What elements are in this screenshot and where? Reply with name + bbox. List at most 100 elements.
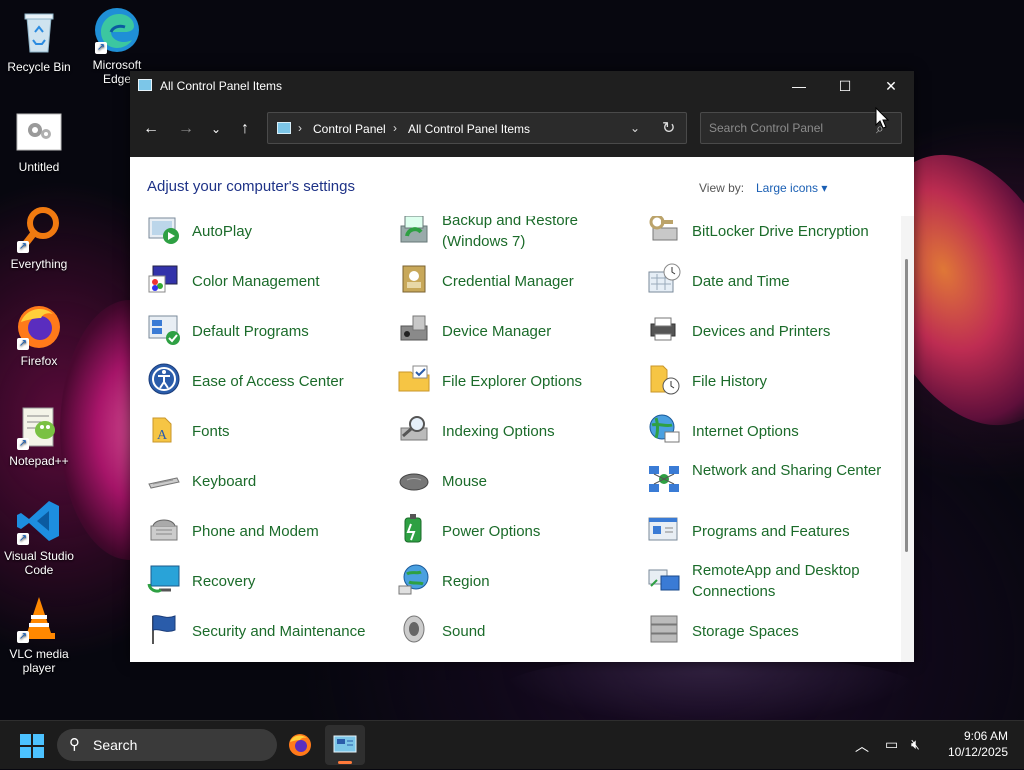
cp-item-file-history[interactable]: File History bbox=[647, 358, 887, 402]
firefox-icon bbox=[289, 734, 311, 756]
cp-item-credential-manager[interactable]: Credential Manager bbox=[397, 258, 637, 302]
taskbar-search-label: Search bbox=[93, 737, 138, 753]
taskbar: ⚲ Search ︿ ▭ 🔇︎ 9:06 AM 10/12/2025 bbox=[0, 720, 1024, 769]
taskbar-clock[interactable]: 9:06 AM 10/12/2025 bbox=[938, 728, 1008, 760]
address-dropdown-chevron-icon[interactable]: ⌄ bbox=[630, 121, 640, 135]
cp-item-internet-options[interactable]: Internet Options bbox=[647, 408, 887, 452]
breadcrumb-separator-icon: › bbox=[298, 121, 302, 135]
clock-time: 9:06 AM bbox=[963, 729, 1008, 743]
sound-icon bbox=[397, 612, 431, 646]
mouse-cursor-icon bbox=[875, 107, 889, 129]
programs-features-icon bbox=[647, 512, 681, 546]
cp-item-sound[interactable]: Sound bbox=[397, 608, 637, 652]
cp-item-keyboard[interactable]: Keyboard bbox=[147, 458, 387, 502]
control-panel-icon bbox=[138, 79, 152, 91]
taskbar-control-panel[interactable] bbox=[325, 725, 365, 765]
view-by-dropdown[interactable]: Large icons ▾ bbox=[756, 181, 827, 195]
refresh-icon[interactable]: ↻ bbox=[662, 118, 675, 138]
cp-item-date-time[interactable]: Date and Time bbox=[647, 258, 887, 302]
notepadpp-icon: ↗ bbox=[15, 402, 63, 450]
recent-locations-chevron-icon[interactable]: ⌄ bbox=[202, 115, 230, 143]
title-bar[interactable]: All Control Panel Items — ☐ ✕ bbox=[130, 71, 914, 101]
cp-item-color-management[interactable]: Color Management bbox=[147, 258, 387, 302]
default-programs-icon bbox=[147, 312, 181, 346]
region-icon bbox=[397, 562, 431, 596]
desktop-icon-untitled[interactable]: Untitled bbox=[1, 108, 77, 174]
cp-item-device-manager[interactable]: Device Manager bbox=[397, 308, 637, 352]
desktop-icon-label: Firefox bbox=[20, 354, 58, 368]
cp-item-recovery[interactable]: Recovery bbox=[147, 558, 387, 602]
file-explorer-options-icon bbox=[397, 362, 431, 396]
cp-item-backup-restore[interactable]: Backup and Restore (Windows 7) bbox=[397, 216, 637, 252]
desktop-icon-label: Everything bbox=[10, 257, 68, 271]
credential-manager-icon bbox=[397, 262, 431, 296]
search-input[interactable] bbox=[707, 120, 871, 136]
forward-arrow-icon[interactable]: → bbox=[172, 115, 200, 143]
maximize-button[interactable]: ☐ bbox=[822, 71, 868, 101]
up-arrow-icon[interactable]: ↑ bbox=[231, 115, 259, 143]
back-arrow-icon[interactable]: ← bbox=[137, 115, 165, 143]
windows-start-icon[interactable] bbox=[20, 734, 44, 758]
cp-item-remoteapp[interactable]: RemoteApp and Desktop Connections bbox=[647, 558, 887, 602]
vscode-icon: ↗ bbox=[15, 497, 63, 545]
show-hidden-icons-chevron-icon[interactable]: ︿ bbox=[855, 736, 869, 756]
cp-item-region[interactable]: Region bbox=[397, 558, 637, 602]
svg-text:A: A bbox=[157, 428, 168, 443]
desktop-icon-everything[interactable]: ↗ Everything bbox=[1, 205, 77, 271]
page-heading: Adjust your computer's settings bbox=[147, 178, 355, 195]
date-time-icon bbox=[647, 262, 681, 296]
edge-icon: ↗ bbox=[93, 6, 141, 54]
storage-spaces-icon bbox=[647, 612, 681, 646]
desktop-icon-vlc[interactable]: ↗ VLC media player bbox=[1, 595, 77, 675]
desktop-icon-recycle-bin[interactable]: Recycle Bin bbox=[1, 8, 77, 74]
cp-item-mouse[interactable]: Mouse bbox=[397, 458, 637, 502]
shortcut-arrow-icon: ↗ bbox=[17, 631, 29, 643]
internet-options-icon bbox=[647, 412, 681, 446]
content-area: Adjust your computer's settings View by:… bbox=[130, 157, 914, 662]
shortcut-arrow-icon: ↗ bbox=[17, 438, 29, 450]
shortcut-arrow-icon: ↗ bbox=[17, 338, 29, 350]
breadcrumb-all-items[interactable]: All Control Panel Items bbox=[408, 122, 530, 136]
vertical-scrollbar[interactable] bbox=[901, 216, 914, 662]
cp-item-security-maintenance[interactable]: Security and Maintenance bbox=[147, 608, 387, 652]
network-icon[interactable]: ▭ bbox=[885, 736, 898, 753]
cp-item-phone-modem[interactable]: Phone and Modem bbox=[147, 508, 387, 552]
phone-modem-icon bbox=[147, 512, 181, 546]
search-icon: ⚲ bbox=[69, 736, 80, 753]
cp-item-power-options[interactable]: Power Options bbox=[397, 508, 637, 552]
desktop-icon-notepadpp[interactable]: ↗ Notepad++ bbox=[1, 402, 77, 468]
device-manager-icon bbox=[397, 312, 431, 346]
security-maintenance-icon bbox=[147, 612, 181, 646]
taskbar-firefox[interactable] bbox=[280, 725, 320, 765]
desktop-icon-vscode[interactable]: ↗ Visual Studio Code bbox=[1, 497, 77, 577]
cp-item-storage-spaces[interactable]: Storage Spaces bbox=[647, 608, 887, 652]
search-box[interactable]: ⌕ bbox=[700, 112, 902, 144]
scrollbar-thumb[interactable] bbox=[905, 259, 908, 552]
cp-item-default-programs[interactable]: Default Programs bbox=[147, 308, 387, 352]
cp-item-ease-of-access[interactable]: Ease of Access Center bbox=[147, 358, 387, 402]
cp-item-devices-printers[interactable]: Devices and Printers bbox=[647, 308, 887, 352]
desktop-icon-label: Notepad++ bbox=[9, 454, 69, 468]
bitlocker-icon bbox=[647, 216, 681, 246]
cp-item-file-explorer-options[interactable]: File Explorer Options bbox=[397, 358, 637, 402]
network-sharing-icon bbox=[647, 462, 681, 496]
cp-item-fonts[interactable]: A Fonts bbox=[147, 408, 387, 452]
control-panel-icon bbox=[277, 122, 291, 134]
cp-item-indexing-options[interactable]: Indexing Options bbox=[397, 408, 637, 452]
cp-item-bitlocker[interactable]: BitLocker Drive Encryption bbox=[647, 216, 887, 252]
cp-item-network-sharing[interactable]: Network and Sharing Center bbox=[647, 458, 887, 502]
taskbar-search[interactable]: ⚲ Search bbox=[57, 729, 277, 761]
volume-muted-icon[interactable]: 🔇︎ bbox=[911, 736, 920, 753]
minimize-button[interactable]: — bbox=[776, 71, 822, 101]
cp-item-programs-features[interactable]: Programs and Features bbox=[647, 508, 887, 552]
desktop-icon-firefox[interactable]: ↗ Firefox bbox=[1, 302, 77, 368]
close-button[interactable]: ✕ bbox=[868, 71, 914, 101]
indexing-options-icon bbox=[397, 412, 431, 446]
mouse-icon bbox=[397, 462, 431, 496]
active-app-indicator bbox=[338, 761, 352, 764]
shortcut-arrow-icon: ↗ bbox=[95, 42, 107, 54]
address-bar[interactable]: › Control Panel › All Control Panel Item… bbox=[267, 112, 687, 144]
cp-item-autoplay[interactable]: AutoPlay bbox=[147, 216, 387, 252]
control-panel-icon bbox=[333, 735, 357, 753]
breadcrumb-control-panel[interactable]: Control Panel bbox=[313, 122, 386, 136]
